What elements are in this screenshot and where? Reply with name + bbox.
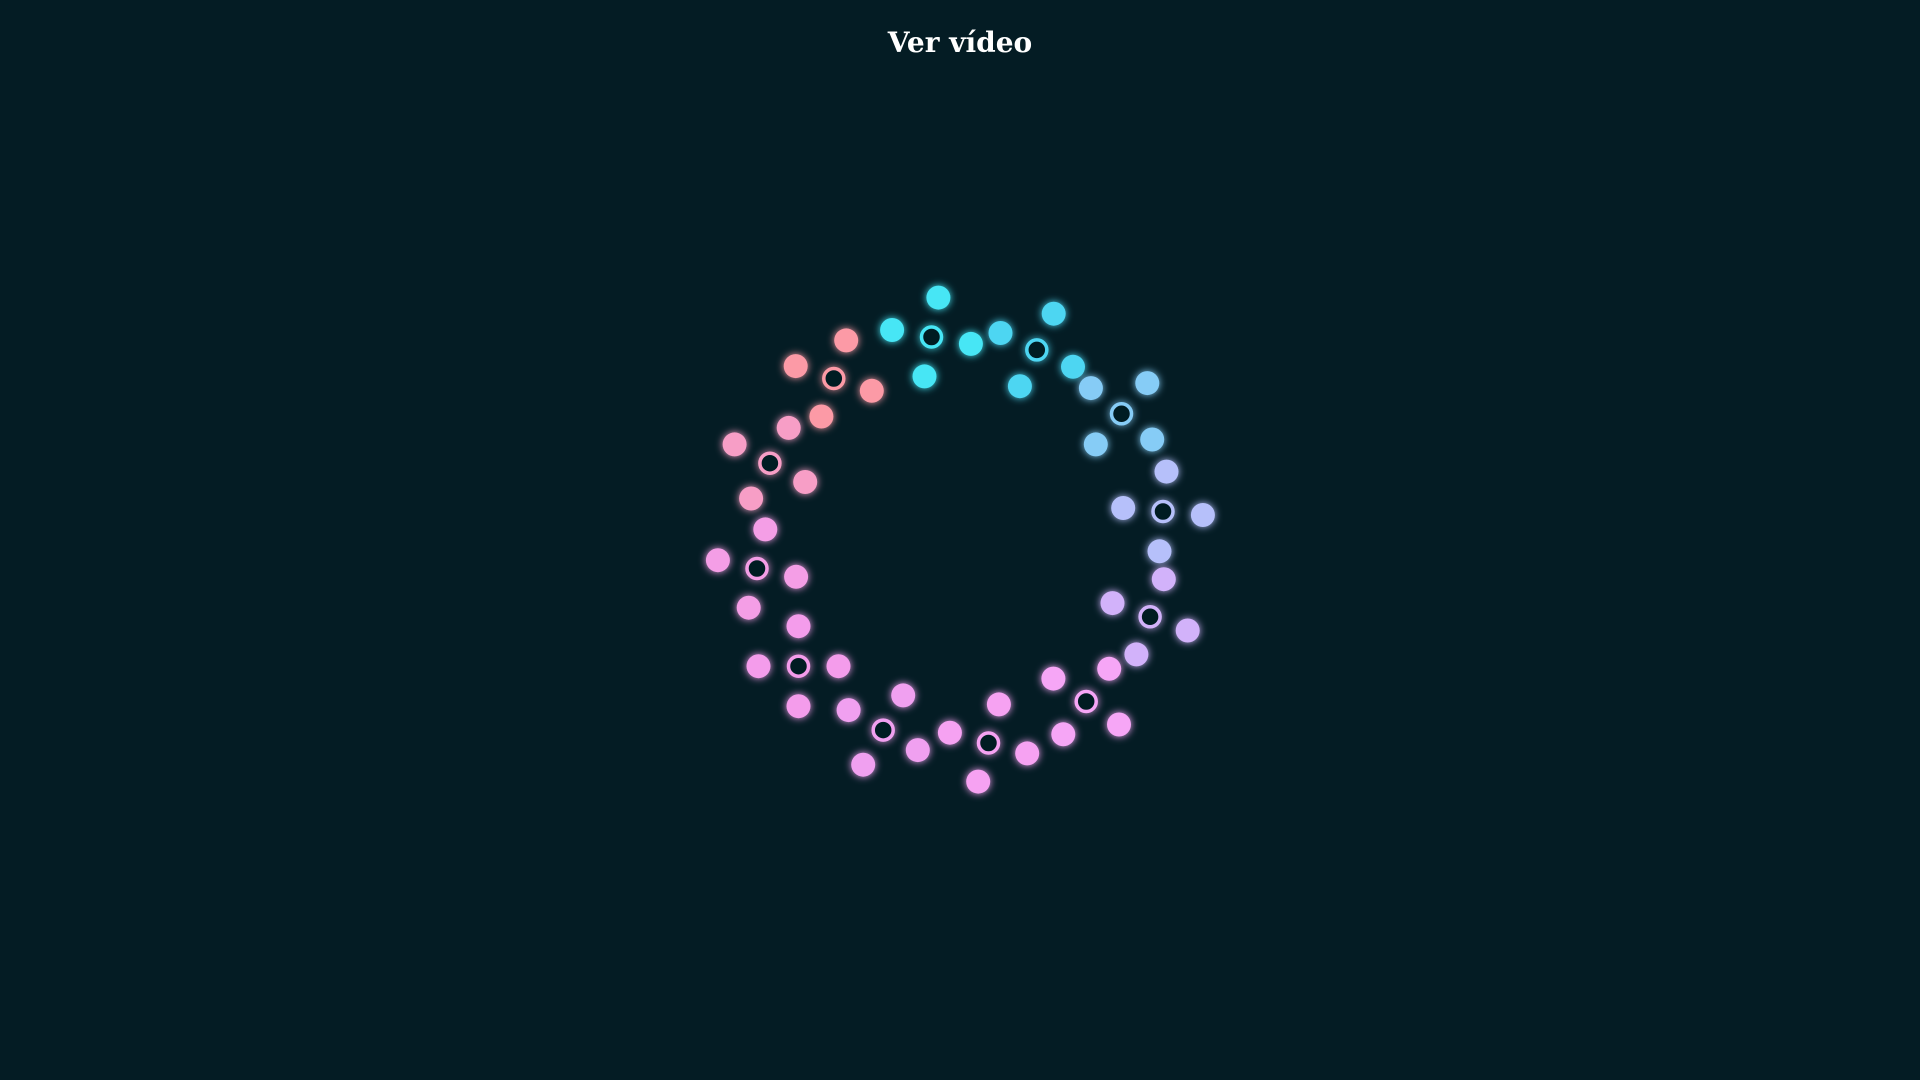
petal-dot (1154, 459, 1179, 484)
petal-dot (1015, 741, 1040, 766)
petal-dot (1151, 567, 1176, 592)
petal-dot (859, 378, 884, 403)
petal-dot (786, 614, 811, 639)
petal-dot (1135, 371, 1160, 396)
petal-cluster (880, 285, 983, 389)
petal-cluster (1111, 459, 1215, 564)
petal-dot (912, 364, 937, 389)
petal-dot (746, 654, 771, 679)
petal-cluster (722, 415, 818, 511)
petal-dot (966, 769, 991, 794)
petal-dot (753, 517, 778, 542)
petal-dot (1051, 722, 1076, 747)
center-ring (1151, 499, 1175, 524)
center-ring (786, 654, 811, 678)
petal-cluster (783, 328, 884, 429)
petal-dot (836, 698, 861, 723)
petal-dot (1097, 656, 1122, 681)
petal-dot (986, 692, 1011, 717)
center-ring (919, 325, 944, 349)
petal-dot (1061, 354, 1085, 379)
petal-dot (739, 486, 764, 511)
petal-dot (809, 404, 834, 429)
petal-dot (958, 331, 983, 356)
petal-dot (1190, 503, 1215, 527)
petal-dot (880, 318, 905, 342)
petal-dot (1041, 666, 1066, 691)
petal-cluster (1041, 656, 1131, 747)
petal-dot (988, 321, 1013, 345)
petal-cluster (1078, 371, 1165, 457)
petal-dot (783, 354, 808, 379)
petal-dot (793, 470, 818, 494)
petal-dot (784, 564, 809, 589)
petal-dot (1083, 432, 1108, 457)
petal-dot (1124, 642, 1149, 667)
center-ring (745, 556, 769, 581)
petal-dot (1041, 301, 1066, 326)
center-ring (871, 718, 895, 742)
petal-dot (1078, 376, 1103, 401)
center-ring (1025, 338, 1049, 362)
petal-dot (1140, 427, 1165, 452)
center-ring (1138, 605, 1162, 629)
petal-dot (891, 683, 916, 708)
petal-cluster (705, 517, 809, 620)
petal-cluster (937, 692, 1040, 794)
petal-dot (736, 595, 761, 620)
petal-dot (1111, 496, 1136, 520)
petal-cluster (1100, 567, 1200, 667)
petal-dot (1175, 618, 1200, 643)
petal-dot (776, 415, 801, 440)
center-ring (976, 731, 1001, 755)
petal-dot (826, 654, 851, 679)
petal-dot (1147, 539, 1172, 564)
petal-dot (1007, 374, 1032, 399)
center-ring (822, 366, 846, 391)
loading-spinner (705, 285, 1215, 794)
petal-dot (722, 432, 747, 457)
petal-cluster (836, 683, 930, 777)
petal-dot (834, 328, 859, 353)
center-ring (1074, 689, 1098, 714)
petal-dot (1107, 712, 1131, 737)
center-ring (758, 451, 782, 475)
petal-cluster (746, 614, 851, 719)
petal-dot (705, 548, 730, 573)
petal-dot (851, 752, 876, 777)
petal-dot (786, 694, 811, 719)
petal-cluster (988, 301, 1085, 399)
center-ring (1109, 402, 1134, 426)
petal-dot (937, 720, 962, 745)
petal-dot (1100, 591, 1125, 616)
petal-dot (905, 738, 930, 763)
petal-dot (926, 285, 951, 310)
